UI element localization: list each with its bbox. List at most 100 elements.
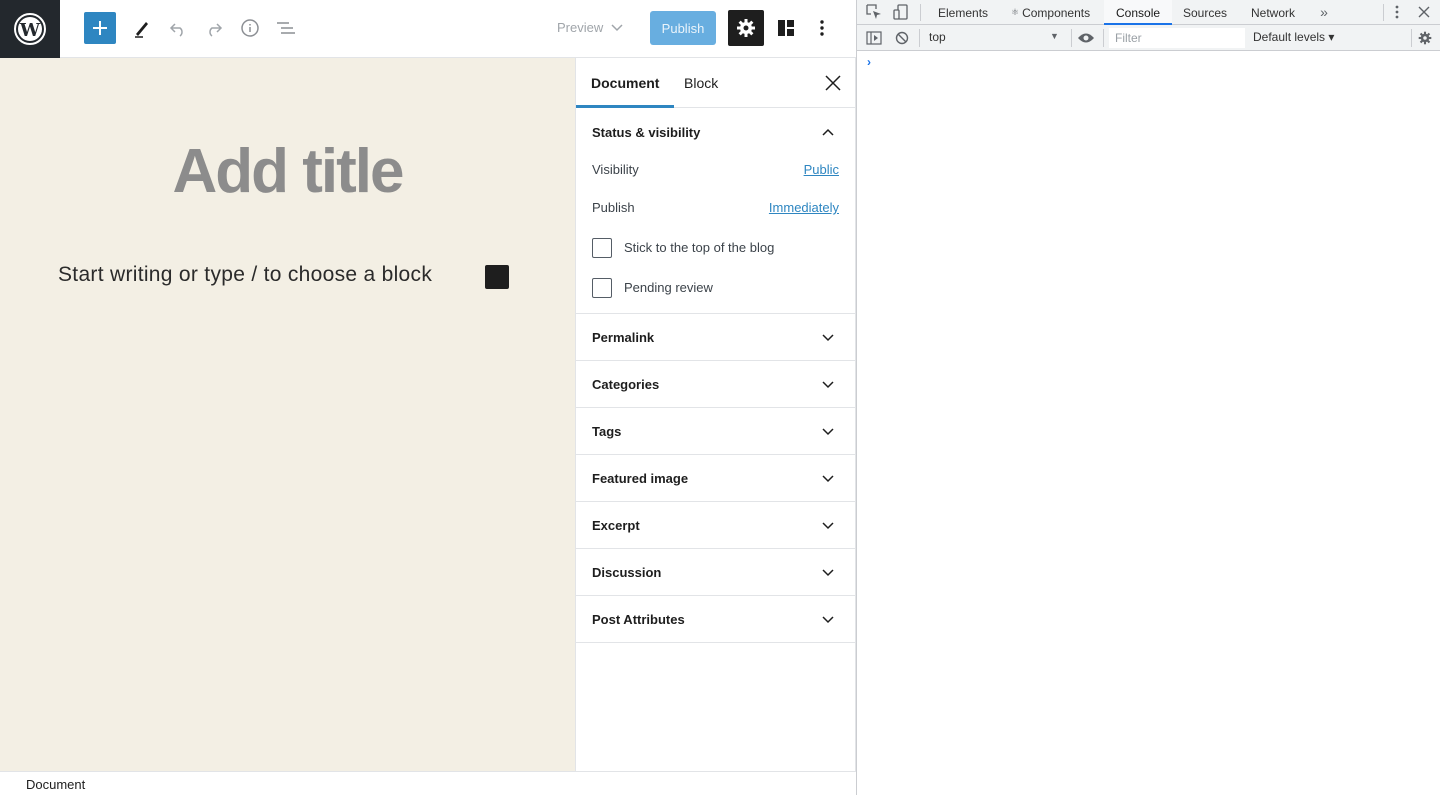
- tab-console[interactable]: Console: [1104, 0, 1173, 25]
- console-filter-input[interactable]: Filter: [1109, 28, 1245, 48]
- tab-components-label: Components: [1022, 5, 1091, 20]
- pending-review-label: Pending review: [624, 280, 713, 295]
- publish-button[interactable]: Publish: [650, 11, 716, 45]
- toolbar-divider: [1071, 29, 1072, 47]
- status-visibility-panel: Status & visibility Visibility Public Pu…: [576, 108, 855, 314]
- devtools-panel: Elements ⚛ Components Console Sources Ne…: [856, 0, 1440, 795]
- pencil-icon: [135, 22, 148, 38]
- toolbar-divider: [1411, 29, 1412, 47]
- caret-down-icon: ▼: [1050, 31, 1059, 41]
- execution-context-select[interactable]: top: [929, 30, 946, 44]
- gear-icon: [737, 19, 755, 37]
- list-outline-icon: [277, 22, 295, 34]
- chevron-down-icon: [822, 334, 834, 342]
- panel-title: Discussion: [592, 565, 662, 580]
- toolbar-divider: [1103, 29, 1104, 47]
- redo-button[interactable]: [202, 16, 226, 40]
- panel-permalink[interactable]: Permalink: [576, 314, 855, 361]
- undo-icon: [169, 23, 183, 37]
- settings-button[interactable]: [728, 10, 764, 46]
- preview-dropdown[interactable]: Preview: [557, 20, 623, 35]
- panel-discussion[interactable]: Discussion: [576, 549, 855, 596]
- tab-block[interactable]: Block: [669, 58, 733, 108]
- panel-title: Post Attributes: [592, 612, 685, 627]
- devtools-menu-icon[interactable]: [1389, 3, 1405, 21]
- edit-tool-button[interactable]: [130, 16, 154, 40]
- close-icon: [825, 75, 841, 91]
- devtools-tab-bar: Elements ⚛ Components Console Sources Ne…: [857, 0, 1440, 25]
- sticky-label: Stick to the top of the blog: [624, 240, 775, 255]
- chevron-down-icon: [822, 381, 834, 389]
- panel-title: Excerpt: [592, 518, 640, 533]
- breadcrumb-document[interactable]: Document: [26, 777, 85, 792]
- publish-date-link[interactable]: Immediately: [769, 200, 839, 215]
- panel-excerpt[interactable]: Excerpt: [576, 502, 855, 549]
- block-breadcrumb-bar: Document: [0, 771, 856, 795]
- inspect-element-icon[interactable]: [865, 3, 883, 21]
- info-icon: [241, 19, 259, 37]
- chevron-down-icon: [822, 428, 834, 436]
- panel-post-attributes[interactable]: Post Attributes: [576, 596, 855, 643]
- panel-title[interactable]: Status & visibility: [592, 125, 700, 140]
- tab-document[interactable]: Document: [576, 58, 674, 108]
- eye-icon[interactable]: [1076, 29, 1096, 47]
- chevron-down-icon: [822, 616, 834, 624]
- wordpress-logo-icon[interactable]: W: [0, 0, 60, 58]
- undo-button[interactable]: [166, 16, 190, 40]
- toolbar-divider: [919, 29, 920, 47]
- chevron-down-icon: [822, 569, 834, 577]
- content-info-button[interactable]: [238, 16, 262, 40]
- panel-title: Categories: [592, 377, 660, 392]
- console-settings-gear-icon[interactable]: [1416, 29, 1434, 47]
- more-tabs-icon[interactable]: »: [1315, 3, 1333, 21]
- panel-title: Tags: [592, 424, 622, 439]
- paragraph-block-placeholder[interactable]: Start writing or type / to choose a bloc…: [58, 263, 432, 287]
- preview-label: Preview: [557, 20, 604, 35]
- vertical-ellipsis-icon: [820, 20, 824, 36]
- layout-grid-icon: [778, 20, 794, 36]
- add-block-button[interactable]: [84, 12, 116, 44]
- tab-network[interactable]: Network: [1251, 0, 1295, 25]
- pending-review-checkbox[interactable]: [592, 278, 612, 298]
- react-icon: ⚛: [1011, 7, 1020, 17]
- tab-sources[interactable]: Sources: [1183, 0, 1227, 25]
- svg-text:W: W: [19, 20, 41, 41]
- post-title-input[interactable]: Add title: [0, 136, 575, 207]
- device-toolbar-icon[interactable]: [892, 3, 910, 21]
- panel-featured-image[interactable]: Featured image: [576, 455, 855, 502]
- more-options-button[interactable]: [810, 16, 834, 40]
- log-levels-dropdown[interactable]: Default levels ▾: [1253, 30, 1334, 44]
- sidebar-tabs: Document Block: [576, 58, 855, 108]
- block-inserter-icon[interactable]: [485, 265, 509, 289]
- redo-icon: [209, 23, 223, 37]
- visibility-label: Visibility: [592, 162, 639, 177]
- clear-console-icon[interactable]: [893, 29, 911, 47]
- show-sidebar-icon[interactable]: [865, 29, 883, 47]
- panel-tags[interactable]: Tags: [576, 408, 855, 455]
- tab-components[interactable]: ⚛ Components: [1011, 0, 1090, 25]
- layout-plugin-button[interactable]: [774, 16, 798, 40]
- publish-label: Publish: [592, 200, 635, 215]
- wordpress-editor: W Preview Publish Add title Start writin…: [0, 0, 856, 795]
- visibility-link[interactable]: Public: [804, 162, 839, 177]
- console-prompt[interactable]: ›: [867, 55, 871, 69]
- panel-title: Permalink: [592, 330, 655, 345]
- chevron-down-icon: [822, 522, 834, 530]
- panel-title: Featured image: [592, 471, 689, 486]
- console-toolbar: top ▼ Filter Default levels ▾: [857, 25, 1440, 51]
- chevron-down-icon: [611, 23, 623, 31]
- settings-sidebar: Document Block Status & visibility Visib…: [575, 58, 856, 771]
- block-navigation-button[interactable]: [274, 16, 298, 40]
- chevron-down-icon: [822, 475, 834, 483]
- close-sidebar-button[interactable]: [823, 73, 843, 93]
- panel-categories[interactable]: Categories: [576, 361, 855, 408]
- tab-elements[interactable]: Elements: [938, 0, 988, 25]
- toolbar-divider: [920, 4, 921, 21]
- editor-canvas: Add title Start writing or type / to cho…: [0, 58, 575, 771]
- close-devtools-icon[interactable]: [1415, 3, 1433, 21]
- app-root: W Preview Publish Add title Start writin…: [0, 0, 1440, 795]
- plus-icon: [93, 21, 107, 35]
- chevron-up-icon[interactable]: [821, 125, 835, 139]
- sticky-checkbox[interactable]: [592, 238, 612, 258]
- editor-header: W Preview Publish: [0, 0, 856, 58]
